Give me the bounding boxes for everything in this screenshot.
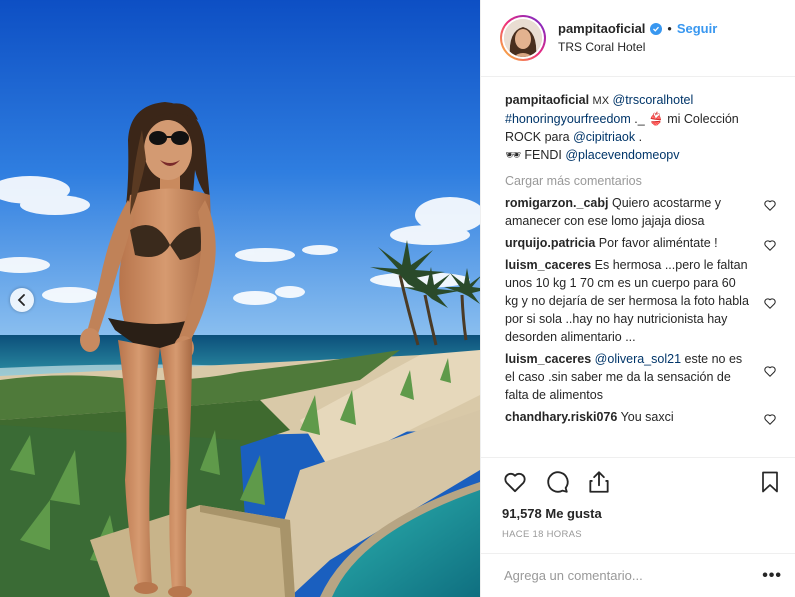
comment-input[interactable]	[502, 567, 763, 584]
comment-username[interactable]: luism_caceres	[505, 258, 591, 272]
like-comment-heart-icon[interactable]	[763, 198, 777, 212]
post-details-panel: pampitaoficial • Seguir TRS Coral Hotel …	[480, 0, 795, 597]
comment-username[interactable]: chandhary.riski076	[505, 410, 617, 424]
like-comment-heart-icon[interactable]	[763, 238, 777, 252]
more-options-icon[interactable]: •••	[762, 567, 782, 585]
post-timestamp: HACE 18 HORAS	[502, 529, 582, 540]
hashtag-link[interactable]: #honoringyourfreedom	[505, 112, 631, 126]
bookmark-icon[interactable]	[758, 469, 782, 495]
mention-link[interactable]: @cipitriaok	[573, 130, 635, 144]
like-comment-heart-icon[interactable]	[763, 412, 777, 426]
story-ring[interactable]	[500, 15, 546, 61]
comment-text: You saxci	[620, 410, 674, 424]
previous-photo-button[interactable]	[10, 288, 34, 312]
separator-dot: •	[667, 22, 672, 36]
comment-item: urquijo.patricia Por favor aliméntate !	[505, 234, 777, 252]
caption-text: .	[635, 130, 643, 144]
heart-icon[interactable]	[502, 469, 528, 495]
mention-link[interactable]: @placevendomeopv	[565, 148, 679, 162]
comment-item: luism_caceres Es hermosa ...pero le falt…	[505, 256, 777, 346]
verified-badge-icon	[650, 23, 663, 35]
likes-count[interactable]: 91,578 Me gusta	[502, 506, 782, 521]
location-link[interactable]: TRS Coral Hotel	[558, 38, 717, 56]
sunglasses-emoji: 🕶	[505, 148, 521, 162]
mention-link[interactable]: @olivera_sol21	[595, 352, 681, 366]
chevron-left-icon	[17, 294, 25, 306]
comment-username[interactable]: luism_caceres	[505, 352, 591, 366]
instagram-post: pampitaoficial • Seguir TRS Coral Hotel …	[0, 0, 795, 597]
post-photo[interactable]	[0, 0, 480, 597]
avatar-image	[504, 19, 542, 57]
beach-photo-illustration	[0, 0, 480, 597]
post-header: pampitaoficial • Seguir TRS Coral Hotel	[481, 0, 795, 77]
comment-item: romigarzon._cabj Quiero acostarme y aman…	[505, 194, 777, 230]
add-comment-bar: •••	[481, 553, 795, 597]
like-comment-heart-icon[interactable]	[763, 296, 777, 310]
comment-username[interactable]: romigarzon._cabj	[505, 196, 609, 210]
comment-item: chandhary.riski076 You saxci	[505, 408, 777, 426]
bikini-emoji: 👙	[648, 112, 664, 126]
like-comment-heart-icon[interactable]	[763, 364, 777, 378]
comment-text: Por favor aliméntate !	[598, 236, 718, 250]
follow-button[interactable]: Seguir	[677, 20, 717, 38]
share-icon[interactable]	[586, 469, 612, 495]
comment-username[interactable]: urquijo.patricia	[505, 236, 595, 250]
comment-item: luism_caceres @olivera_sol21 este no es …	[505, 350, 777, 404]
header-username[interactable]: pampitaoficial	[558, 20, 645, 38]
mention-link[interactable]: @trscoralhotel	[613, 93, 694, 107]
caption-text: ._	[630, 112, 649, 126]
post-actions: 91,578 Me gusta HACE 18 HORAS	[481, 457, 795, 540]
country-code: MX	[592, 95, 610, 107]
caption: pampitaoficial MX @trscoralhotel #honori…	[505, 91, 777, 164]
caption-text: FENDI	[520, 148, 566, 162]
comment-icon[interactable]	[544, 469, 570, 495]
comments-section: pampitaoficial MX @trscoralhotel #honori…	[481, 77, 795, 426]
caption-username[interactable]: pampitaoficial	[505, 93, 589, 107]
avatar	[504, 19, 542, 57]
load-more-comments-button[interactable]: Cargar más comentarios	[505, 172, 777, 190]
